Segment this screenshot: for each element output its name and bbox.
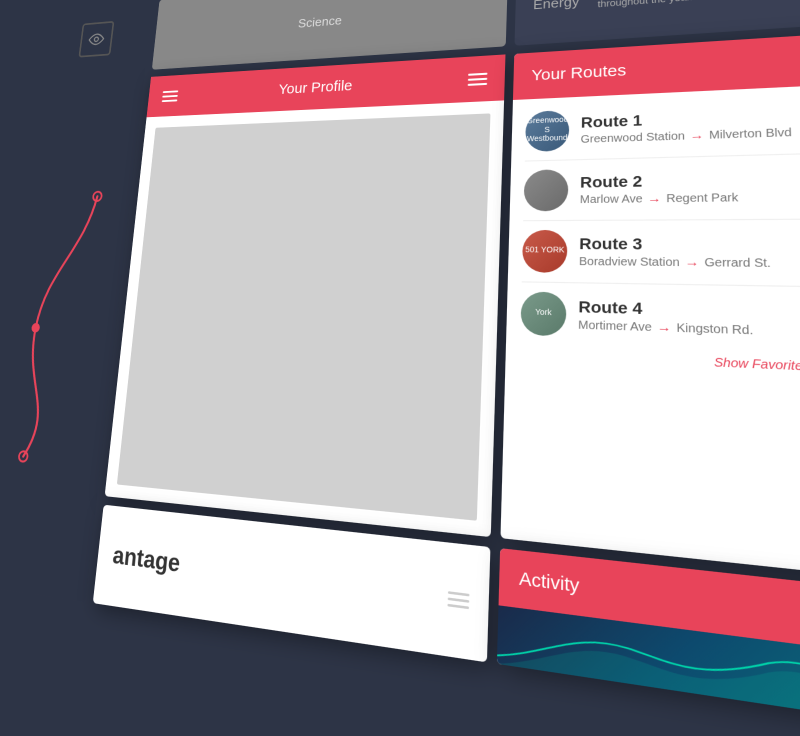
route-4-thumb: York [520, 291, 566, 336]
activity-title: Activity [519, 568, 580, 597]
routes-list: Greenwood SWestbound Route 1 Greenwood S… [500, 84, 800, 577]
grid-layout: Science Energy activity and tracked thro… [0, 0, 800, 736]
route-3-from: Boradview Station [579, 255, 680, 269]
route-4-stops: Mortimer Ave → Kingston Rd. [578, 318, 800, 341]
route-3-to: Gerrard St. [704, 256, 771, 270]
scene: Science Energy activity and tracked thro… [0, 0, 800, 736]
route-4-to: Kingston Rd. [676, 322, 753, 338]
route-4-thumb-text: York [533, 306, 554, 321]
menu-icon-right[interactable] [468, 72, 488, 85]
route-4-from: Mortimer Ave [578, 319, 652, 334]
route-2-info: Route 2 Marlow Ave → Regent Park [580, 168, 800, 207]
route-2-from: Marlow Ave [580, 193, 643, 206]
routes-title: Your Routes [531, 62, 626, 85]
route-item-3[interactable]: 501 YORK Route 3 Boradview Station → Ger… [508, 220, 800, 287]
top-right-text: activity and tracked throughout the year… [598, 0, 741, 9]
route-1-to: Milverton Blvd [709, 126, 792, 141]
route-item-1[interactable]: Greenwood SWestbound Route 1 Greenwood S… [511, 89, 800, 161]
arrow-icon-2: → [648, 192, 662, 206]
percentage-label: antage [111, 541, 181, 579]
arrow-icon-4: → [657, 320, 671, 335]
route-4-info: Route 4 Mortimer Ave → Kingston Rd. [578, 297, 800, 341]
route-3-stops: Boradview Station → Gerrard St. [579, 255, 800, 272]
route-3-thumb-text: 501 YORK [523, 244, 567, 258]
route-1-from: Greenwood Station [581, 130, 685, 145]
route-2-stops: Marlow Ave → Regent Park [580, 189, 800, 206]
route-1-thumb: Greenwood SWestbound [525, 110, 569, 152]
route-3-thumb: 501 YORK [522, 230, 568, 273]
profile-panel: Your Profile [105, 54, 506, 537]
activity-panel: Activity [497, 548, 800, 721]
profile-title: Your Profile [278, 78, 353, 98]
top-center-label: Science [298, 13, 343, 30]
route-3-info: Route 3 Boradview Station → Gerrard St. [579, 234, 800, 271]
bottom-menu-icon[interactable] [447, 591, 469, 609]
routes-panel: Your Routes Greenwood SWestbound Route 1 [500, 33, 800, 578]
route-1-info: Route 1 Greenwood Station → Milverton Bl… [581, 103, 800, 146]
menu-icon[interactable] [162, 90, 179, 102]
profile-body [117, 113, 491, 520]
route-2-thumb [523, 169, 568, 211]
route-2-thumb-text [544, 188, 549, 192]
arrow-icon-1: → [690, 129, 704, 143]
route-2-to: Regent Park [666, 191, 738, 205]
top-right-label: Energy [533, 0, 579, 12]
route-1-thumb-text: Greenwood SWestbound [525, 115, 569, 148]
route-2-name: Route 2 [580, 168, 800, 191]
route-item-2[interactable]: Route 2 Marlow Ave → Regent Park ♡ [510, 153, 800, 220]
arrow-icon-3: → [685, 255, 699, 269]
eye-icon[interactable] [78, 21, 114, 58]
route-3-name: Route 3 [579, 234, 800, 254]
